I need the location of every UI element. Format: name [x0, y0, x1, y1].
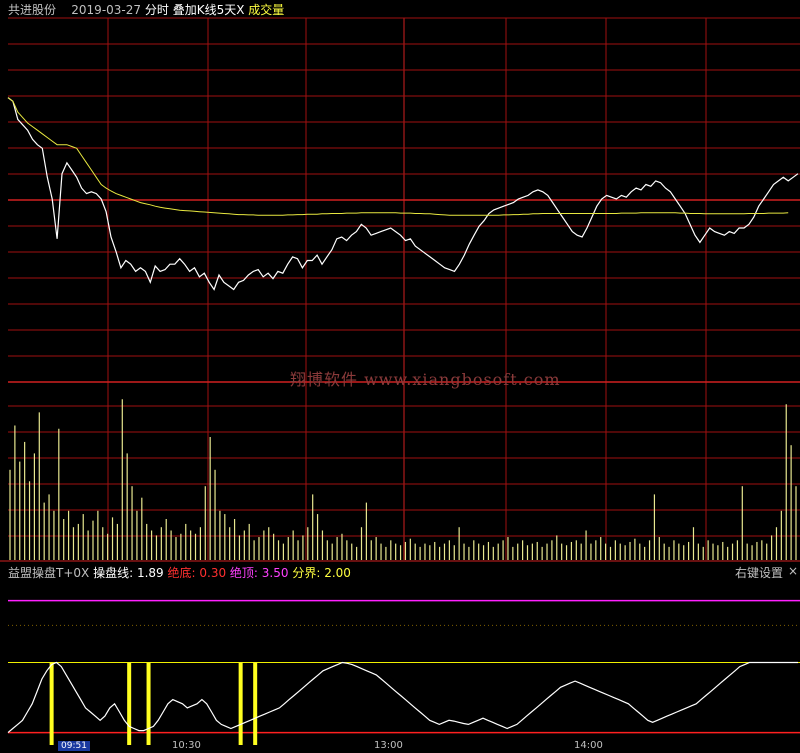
- indicator-header: 益盟操盘T+0X 操盘线: 1.89 绝底: 0.30 绝顶: 3.50 分界:…: [8, 564, 351, 581]
- volume-label: 成交量: [248, 3, 285, 17]
- top-label: 绝顶:: [229, 566, 258, 580]
- zone-bar-3: [238, 662, 243, 745]
- line-label: 操盘线:: [93, 566, 134, 580]
- average-price-line: [7, 97, 789, 216]
- overlay-label[interactable]: 叠加K线5天X: [173, 3, 245, 17]
- chart-date: 2019-03-27: [71, 3, 142, 17]
- zone-bar-4: [253, 662, 258, 745]
- time-label-1030: 10:30: [172, 740, 201, 751]
- divide-label: 分界:: [292, 566, 321, 580]
- chart-header: 共进股份 2019-03-27 分时 叠加K线5天X 成交量: [8, 1, 284, 18]
- indicator-line: [7, 661, 798, 734]
- zone-bar-2: [146, 662, 151, 745]
- price-line: [7, 97, 799, 291]
- time-label-1300: 13:00: [374, 740, 403, 751]
- settings-button[interactable]: 右键设置: [735, 564, 783, 581]
- chart-mode: 分时: [144, 3, 169, 17]
- stock-name: 共进股份: [8, 3, 57, 17]
- bottom-label: 绝底:: [167, 566, 196, 580]
- time-label-1400: 14:00: [574, 740, 603, 751]
- zone-bar-1: [127, 662, 132, 745]
- indicator-name[interactable]: 益盟操盘T+0X: [8, 566, 89, 580]
- zone-bar-0: [49, 662, 54, 745]
- watermark: 翔博软件 www.xiangbosoft.com: [290, 370, 561, 389]
- time-cursor-label: 09:51: [58, 741, 90, 751]
- bottom-value: 0.30: [199, 566, 227, 580]
- top-value: 3.50: [261, 566, 289, 580]
- close-icon[interactable]: ×: [788, 564, 798, 578]
- divide-value: 2.00: [324, 566, 351, 580]
- line-value: 1.89: [136, 566, 164, 580]
